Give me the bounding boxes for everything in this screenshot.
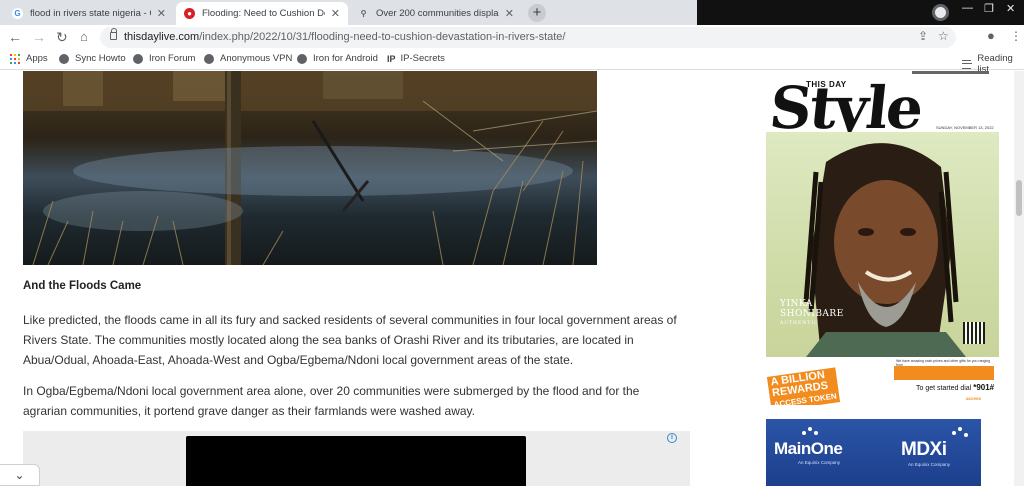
bookmark-label: Sync Howto bbox=[75, 53, 126, 64]
tab-thisday-article[interactable]: ● Flooding: Need to Cushion Devas ✕ bbox=[176, 2, 348, 25]
bookmark-label: IP-Secrets bbox=[400, 53, 445, 64]
logo-dot bbox=[958, 427, 962, 431]
url-text[interactable]: thisdaylive.com/index.php/2022/10/31/flo… bbox=[124, 31, 565, 43]
promo-prize-banner bbox=[894, 366, 994, 380]
access-bank-promo: A BILLION REWARDS ACCESS TOKEN We have a… bbox=[766, 357, 999, 405]
logo-dot bbox=[814, 431, 818, 435]
bookmark-label: Iron for Android bbox=[313, 53, 378, 64]
cover-person-name: YINKA SHONIBARE AUTHENTIC bbox=[780, 299, 844, 329]
minimize-button[interactable]: — bbox=[962, 2, 973, 14]
mainone-tagline: An Equinix Company bbox=[798, 460, 841, 465]
globe-icon bbox=[133, 53, 143, 64]
logo-dot bbox=[952, 431, 956, 435]
reload-button[interactable]: ↻ bbox=[56, 29, 68, 45]
scrollbar-thumb[interactable] bbox=[1016, 180, 1022, 216]
home-icon[interactable]: ⌂ bbox=[80, 29, 88, 45]
magazine-cover-image: YINKA SHONIBARE AUTHENTIC bbox=[766, 132, 999, 357]
pin-icon: ⚲ bbox=[360, 9, 367, 18]
page-content: And the Floods Came Like predicted, the … bbox=[0, 71, 1024, 486]
cover-first-name: YINKA bbox=[780, 299, 813, 309]
bookmark-label: Iron Forum bbox=[149, 53, 196, 64]
close-tab-icon[interactable]: ✕ bbox=[505, 7, 514, 20]
magazine-date: SUNDAY, NOVEMBER 13, 2022 bbox=[936, 125, 994, 130]
logo-dot bbox=[802, 431, 806, 435]
mdxi-logo: MDXi bbox=[901, 439, 947, 460]
article-subheading: And the Floods Came bbox=[23, 280, 142, 292]
bookmarks-bar: Apps Sync Howto Iron Forum Anonymous VPN… bbox=[0, 50, 1024, 75]
close-tab-icon[interactable]: ✕ bbox=[331, 7, 340, 20]
reading-list-icon bbox=[962, 59, 973, 69]
bookmark-iron-forum[interactable]: Iron Forum bbox=[133, 53, 195, 64]
globe-icon bbox=[59, 53, 69, 64]
globe-icon bbox=[204, 53, 214, 64]
account-icon[interactable]: ● bbox=[987, 28, 995, 44]
tab-title: flood in rivers state nigeria - Goo bbox=[30, 8, 151, 19]
promo-headline: A BILLION REWARDS ACCESS TOKEN bbox=[766, 367, 841, 405]
tab-google-search[interactable]: G flood in rivers state nigeria - Goo ✕ bbox=[4, 2, 174, 25]
title-bar-background bbox=[697, 0, 1024, 25]
bookmark-label: Apps bbox=[26, 53, 48, 64]
magazine-title: Style bbox=[766, 76, 925, 142]
chevron-down-icon[interactable]: ⌄ bbox=[0, 464, 40, 486]
profile-icon[interactable] bbox=[932, 4, 949, 21]
access-logo: access bbox=[966, 396, 982, 401]
sidebar-rule bbox=[912, 71, 989, 74]
address-bar[interactable]: thisdaylive.com/index.php/2022/10/31/flo… bbox=[100, 27, 956, 48]
close-tab-icon[interactable]: ✕ bbox=[157, 7, 166, 20]
back-button[interactable]: ← bbox=[8, 29, 22, 45]
tab-communities-displaced[interactable]: ⚲ Over 200 communities displaced: ✕ bbox=[350, 2, 522, 25]
menu-kebab-icon[interactable]: ⋮ bbox=[1010, 28, 1022, 44]
logo-dot bbox=[964, 433, 968, 437]
logo-dot bbox=[808, 427, 812, 431]
bookmark-ip-secrets[interactable]: IP IP-Secrets bbox=[387, 53, 445, 64]
apps-grid-icon bbox=[10, 53, 20, 64]
close-window-button[interactable]: ✕ bbox=[1006, 2, 1015, 15]
video-ad-player[interactable] bbox=[186, 436, 526, 486]
qr-code-icon bbox=[963, 322, 985, 344]
page-scrollbar[interactable] bbox=[1014, 71, 1024, 486]
ad-info-icon[interactable]: i bbox=[667, 433, 677, 443]
mainone-logo: MainOne bbox=[774, 439, 843, 458]
ip-icon: IP bbox=[387, 53, 396, 64]
promo-dial-code: To get started dial *901# bbox=[916, 383, 995, 392]
share-icon[interactable]: ⇪ bbox=[918, 29, 928, 43]
cover-surname: SHONIBARE bbox=[780, 309, 844, 319]
cover-subtitle: AUTHENTIC bbox=[780, 321, 819, 326]
mdxi-tagline: An Equinix Company bbox=[908, 462, 951, 467]
tab-title: Flooding: Need to Cushion Devas bbox=[202, 8, 325, 19]
globe-icon bbox=[297, 53, 307, 64]
lock-icon[interactable] bbox=[110, 28, 117, 40]
bookmark-anonymous-vpn[interactable]: Anonymous VPN bbox=[204, 53, 292, 64]
flood-photo bbox=[23, 71, 597, 265]
bookmark-iron-for-android[interactable]: Iron for Android bbox=[297, 53, 378, 64]
new-tab-button[interactable]: + bbox=[528, 4, 546, 22]
tab-title: Over 200 communities displaced: bbox=[376, 8, 499, 19]
google-icon: G bbox=[12, 8, 23, 19]
tab-strip: G flood in rivers state nigeria - Goo ✕ … bbox=[0, 0, 1024, 25]
maximize-button[interactable]: ❐ bbox=[984, 2, 994, 15]
bookmark-label: Anonymous VPN bbox=[220, 53, 293, 64]
bookmark-star-icon[interactable]: ☆ bbox=[938, 29, 949, 43]
bookmark-apps[interactable]: Apps bbox=[10, 53, 48, 64]
forward-button[interactable]: → bbox=[32, 29, 46, 45]
thisday-icon: ● bbox=[184, 8, 195, 19]
mainone-ad[interactable]: MainOne An Equinix Company MDXi An Equin… bbox=[766, 419, 981, 486]
style-magazine-ad[interactable]: THIS DAY Style SUNDAY, NOVEMBER 13, 2022… bbox=[766, 76, 999, 405]
article-paragraph: In Ogba/Egbema/Ndoni local government ar… bbox=[23, 384, 640, 418]
browser-toolbar: ← → ↻ ⌂ thisdaylive.com/index.php/2022/1… bbox=[0, 25, 1024, 50]
article-paragraph: Like predicted, the floods came in all i… bbox=[23, 313, 677, 367]
bookmark-sync-howto[interactable]: Sync Howto bbox=[59, 53, 126, 64]
